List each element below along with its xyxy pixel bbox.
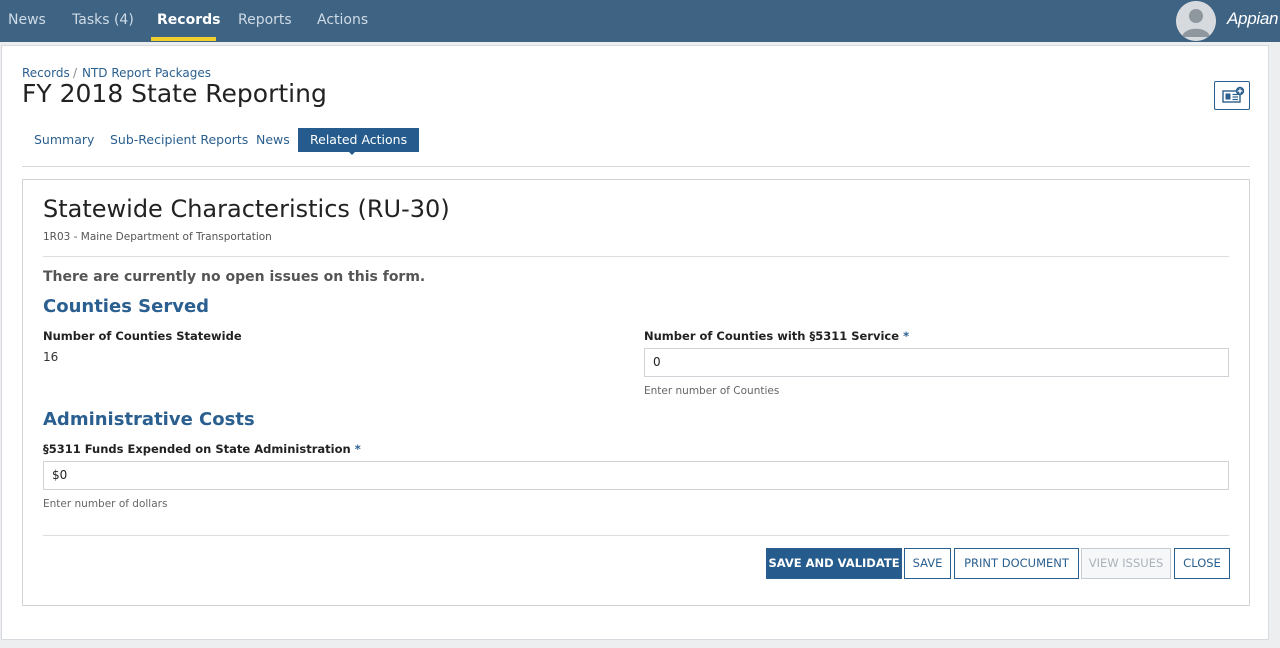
required-marker: * — [903, 329, 910, 343]
section-counties-served: Counties Served — [43, 296, 210, 317]
form-subtitle: 1R03 - Maine Department of Transportatio… — [43, 231, 272, 243]
footer-divider — [43, 535, 1229, 536]
user-avatar[interactable] — [1176, 1, 1216, 41]
print-document-button[interactable]: PRINT DOCUMENT — [954, 548, 1079, 579]
add-news-button[interactable] — [1214, 81, 1250, 110]
appian-logo[interactable]: Appian — [1227, 9, 1278, 29]
counties-statewide-value: 16 — [43, 350, 59, 364]
view-issues-button[interactable]: VIEW ISSUES — [1081, 548, 1171, 579]
record-page: Records / NTD Report Packages FY 2018 St… — [1, 45, 1269, 640]
breadcrumb-records[interactable]: Records — [22, 66, 70, 80]
save-and-validate-button[interactable]: SAVE AND VALIDATE — [766, 548, 902, 579]
nav-tasks[interactable]: Tasks (4) — [72, 0, 134, 42]
nav-records[interactable]: Records — [157, 0, 220, 42]
breadcrumb-ntd-report-packages[interactable]: NTD Report Packages — [82, 66, 211, 80]
tab-related-actions[interactable]: Related Actions — [298, 128, 420, 152]
nav-news[interactable]: News — [8, 0, 46, 42]
required-marker: * — [354, 442, 361, 456]
nav-actions[interactable]: Actions — [317, 0, 368, 42]
tab-news[interactable]: News — [256, 128, 290, 152]
tab-sub-recipient-reports[interactable]: Sub-Recipient Reports — [110, 128, 248, 152]
top-navigation-bar: News Tasks (4) Records Reports Actions A… — [0, 0, 1280, 42]
tab-summary[interactable]: Summary — [34, 128, 94, 152]
funds-hint: Enter number of dollars — [43, 498, 168, 510]
header-divider — [43, 256, 1229, 257]
save-button[interactable]: SAVE — [904, 548, 951, 579]
funds-input[interactable]: $0 — [43, 461, 1229, 490]
funds-label-text: §5311 Funds Expended on State Administra… — [43, 442, 351, 456]
active-tab-pointer — [348, 151, 356, 155]
counties-5311-label-text: Number of Counties with §5311 Service — [644, 329, 900, 343]
counties-5311-hint: Enter number of Counties — [644, 385, 780, 397]
news-plus-icon — [1222, 86, 1245, 103]
issues-notice: There are currently no open issues on th… — [43, 269, 426, 285]
counties-5311-input[interactable]: 0 — [644, 348, 1229, 377]
counties-statewide-label: Number of Counties Statewide — [43, 329, 242, 343]
nav-reports[interactable]: Reports — [238, 0, 292, 42]
user-icon — [1176, 1, 1216, 41]
page-title: FY 2018 State Reporting — [22, 79, 327, 108]
funds-label: §5311 Funds Expended on State Administra… — [43, 442, 361, 456]
close-button[interactable]: CLOSE — [1174, 548, 1230, 579]
form-title: Statewide Characteristics (RU-30) — [43, 195, 450, 223]
counties-5311-label: Number of Counties with §5311 Service * — [644, 329, 909, 343]
section-administrative-costs: Administrative Costs — [43, 409, 255, 430]
breadcrumb-separator: / — [73, 66, 78, 80]
tab-divider — [22, 166, 1250, 167]
nav-active-indicator — [151, 37, 216, 41]
form-card: Statewide Characteristics (RU-30) 1R03 -… — [22, 179, 1250, 606]
